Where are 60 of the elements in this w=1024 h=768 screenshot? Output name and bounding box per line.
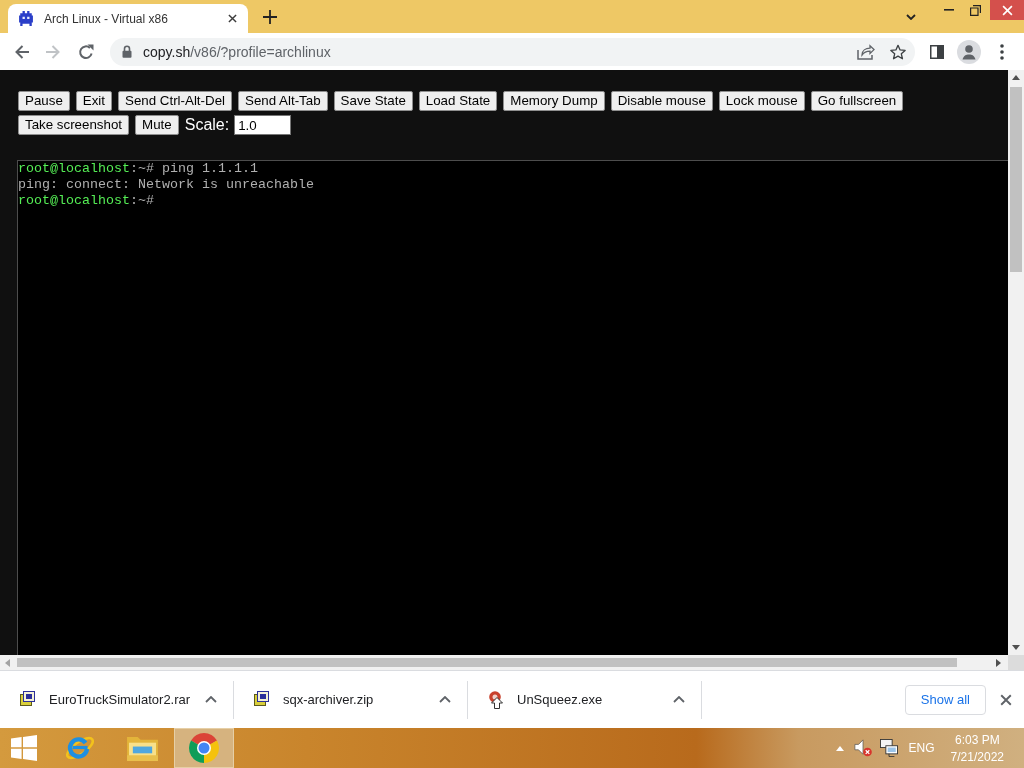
scrollbar-thumb[interactable] <box>1010 87 1022 272</box>
up-arrow-icon[interactable] <box>1012 75 1020 80</box>
network-icon[interactable] <box>879 739 898 757</box>
terminal-line: root@localhost:~# ping 1.1.1.1 <box>18 161 258 177</box>
left-arrow-icon[interactable] <box>14 43 30 60</box>
emulator-button[interactable]: Pause <box>18 91 70 111</box>
avatar-icon[interactable] <box>957 39 981 64</box>
show-all-button[interactable]: Show all <box>904 684 986 715</box>
archive-icon <box>254 690 270 709</box>
close-icon[interactable] <box>1000 693 1012 706</box>
share-icon[interactable] <box>857 43 875 60</box>
scrollbar-thumb[interactable] <box>17 658 957 667</box>
close-icon <box>1001 4 1013 16</box>
address-bar[interactable]: copy.sh/v86/?profile=archlinux <box>110 37 915 66</box>
scale-label: Scale: <box>184 116 230 134</box>
terminal-line: ping: connect: Network is unreachable <box>18 177 314 193</box>
scale-field[interactable]: 1.0 <box>234 115 292 135</box>
emulator-button[interactable]: Exit <box>75 91 112 111</box>
download-item[interactable]: UnSqueez.exe <box>488 680 673 719</box>
close-icon[interactable] <box>228 14 237 23</box>
folder-icon <box>125 734 159 762</box>
horizontal-scrollbar[interactable] <box>0 655 1008 670</box>
star-icon[interactable] <box>890 43 906 60</box>
emulator-button[interactable]: Send Alt-Tab <box>238 91 328 111</box>
e-logo-icon <box>64 734 96 762</box>
caret-up-icon[interactable] <box>673 696 685 703</box>
emulator-button[interactable]: Save State <box>333 91 413 111</box>
emulator-button[interactable]: Lock mouse <box>718 91 805 111</box>
lock-icon <box>122 45 132 58</box>
right-arrow-icon[interactable] <box>996 658 1001 667</box>
reload-icon[interactable] <box>78 43 94 60</box>
download-item[interactable]: EuroTruckSimulator2.rar <box>20 680 205 719</box>
emulator-button[interactable]: Mute <box>135 115 179 135</box>
terminal-line: root@localhost:~# <box>18 193 154 209</box>
circle-logo-icon <box>189 733 219 763</box>
menu-icon[interactable] <box>1000 43 1004 60</box>
plus-icon[interactable] <box>263 10 277 24</box>
emulator-button[interactable]: Disable mouse <box>610 91 713 111</box>
emulator-button[interactable]: Load State <box>418 91 498 111</box>
emulator-button[interactable]: Go fullscreen <box>810 91 904 111</box>
minimize-icon[interactable] <box>943 9 954 11</box>
taskbar-button[interactable] <box>174 728 234 768</box>
browser-tab[interactable]: Arch Linux - Virtual x86 <box>8 4 248 33</box>
emulator-button[interactable]: Take screenshot <box>18 115 130 135</box>
side-panel-icon[interactable] <box>930 44 944 59</box>
chevron-down-icon[interactable] <box>906 14 916 20</box>
speaker-muted-icon[interactable] <box>853 739 872 757</box>
pixel-creature-icon <box>19 11 33 26</box>
archive-icon <box>20 690 36 709</box>
caret-up-icon[interactable] <box>439 696 451 703</box>
restore-icon[interactable] <box>970 4 981 16</box>
window-close-button[interactable] <box>990 0 1024 20</box>
url-text: copy.sh/v86/?profile=archlinux <box>143 43 331 60</box>
emulator-button[interactable]: Send Ctrl-Alt-Del <box>118 91 232 111</box>
caret-up-icon[interactable] <box>205 696 217 703</box>
download-item[interactable]: sqx-archiver.zip <box>254 680 439 719</box>
emulator-button[interactable]: Memory Dump <box>503 91 605 111</box>
disc-arrow-icon <box>488 690 504 709</box>
vertical-scrollbar[interactable] <box>1008 70 1024 655</box>
down-arrow-icon[interactable] <box>1012 645 1020 650</box>
